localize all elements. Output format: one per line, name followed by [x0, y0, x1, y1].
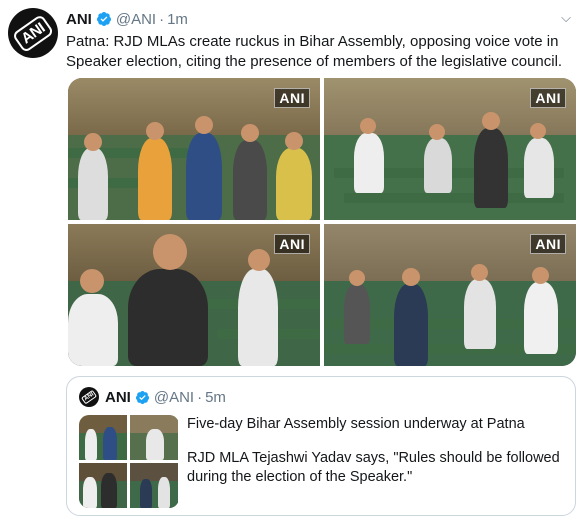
photo-grid: ANI ANI ANI ANI: [68, 78, 576, 366]
quoted-tweet[interactable]: ANI ANI @ANI · 5m Five-day Bihar Assembl…: [66, 376, 576, 516]
chevron-down-icon[interactable]: ⌵: [556, 8, 576, 28]
ani-logo: ANI: [11, 13, 55, 53]
quoted-photo-4: [130, 463, 178, 508]
verified-icon: [135, 390, 149, 404]
quoted-photo-1: [79, 415, 127, 460]
photo-assembly-2[interactable]: ANI: [324, 78, 576, 220]
quoted-photo-2: [130, 415, 178, 460]
quoted-photo-grid: [79, 415, 179, 508]
quoted-tweet-text: Five-day Bihar Assembly session underway…: [187, 415, 567, 502]
photo-assembly-1[interactable]: ANI: [68, 78, 320, 220]
separator-dot: ·: [197, 388, 203, 406]
ani-watermark: ANI: [530, 88, 566, 108]
ani-watermark: ANI: [274, 234, 310, 254]
photo-assembly-4[interactable]: ANI: [324, 224, 576, 366]
tweet-header: ANI @ANI · 1m ⌵: [66, 8, 578, 30]
ani-logo: ANI: [80, 389, 98, 405]
quoted-tweet-header: ANI @ANI · 5m: [105, 387, 226, 407]
verified-icon: [96, 12, 111, 26]
author-name[interactable]: ANI: [66, 11, 92, 28]
photo-assembly-3[interactable]: ANI: [68, 224, 320, 366]
avatar[interactable]: ANI: [8, 8, 58, 58]
quoted-author-handle: @ANI: [153, 388, 195, 406]
tweet-text: Patna: RJD MLAs create ruckus in Bihar A…: [66, 33, 563, 70]
timestamp[interactable]: 1m: [167, 11, 188, 28]
quoted-avatar: ANI: [79, 387, 99, 407]
quoted-author-name: ANI: [105, 388, 131, 406]
author-handle[interactable]: @ANI: [116, 11, 156, 28]
ani-watermark: ANI: [274, 88, 310, 108]
quoted-paragraph-1: Five-day Bihar Assembly session underway…: [187, 416, 525, 432]
quoted-paragraph-2: RJD MLA Tejashwi Yadav says, "Rules shou…: [187, 450, 560, 485]
quoted-photo-3: [79, 463, 127, 508]
ani-watermark: ANI: [530, 234, 566, 254]
quoted-timestamp: 5m: [205, 388, 226, 406]
separator-dot: ·: [159, 10, 165, 28]
